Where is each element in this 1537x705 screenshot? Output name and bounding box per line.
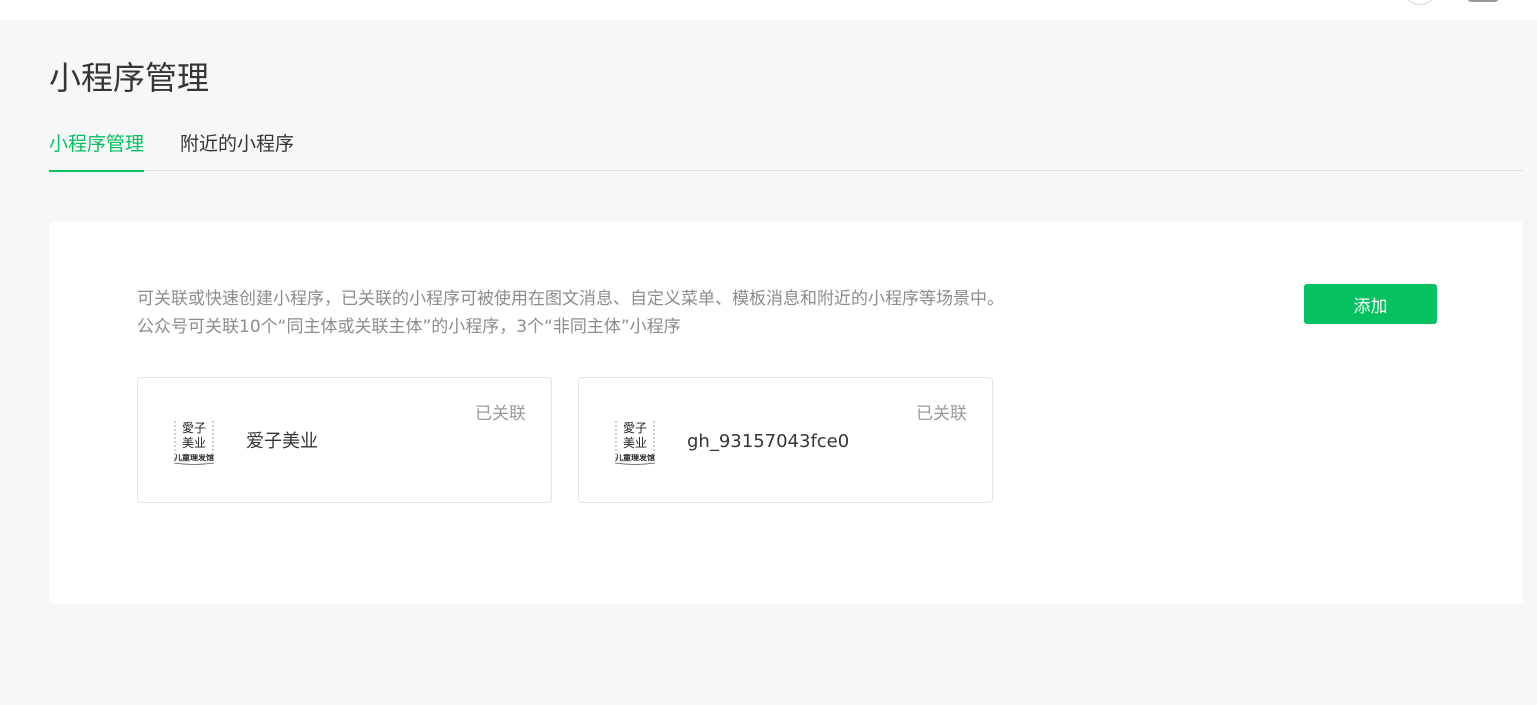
mini-program-name: gh_93157043fce0 (687, 431, 850, 452)
tab-bar: 小程序管理 附近的小程序 (49, 120, 1523, 172)
mini-program-logo-icon: 愛子 美业 儿童理发馆 (173, 418, 215, 465)
add-button[interactable]: 添加 (1304, 284, 1437, 324)
mini-program-card[interactable]: 愛子 美业 儿童理发馆 gh_93157043fce0 已关联 (578, 377, 993, 503)
tab-mini-program-management[interactable]: 小程序管理 (49, 129, 145, 172)
mini-program-name: 爱子美业 (246, 431, 318, 452)
link-status: 已关联 (916, 404, 967, 424)
description-line-1: 可关联或快速创建小程序，已关联的小程序可被使用在图文消息、自定义菜单、模板消息和… (137, 289, 1004, 309)
mini-program-card[interactable]: 愛子 美业 儿童理发馆 爱子美业 已关联 (137, 377, 552, 503)
page-title: 小程序管理 (49, 59, 210, 97)
logo-text-line-3: 儿童理发馆 (614, 453, 655, 462)
tab-nearby-mini-programs[interactable]: 附近的小程序 (180, 129, 294, 159)
avatar[interactable] (1404, 0, 1436, 5)
link-status: 已关联 (475, 404, 526, 424)
top-bar (0, 0, 1537, 20)
mini-program-panel: 可关联或快速创建小程序，已关联的小程序可被使用在图文消息、自定义菜单、模板消息和… (49, 221, 1523, 604)
mini-program-logo-icon: 愛子 美业 儿童理发馆 (614, 418, 656, 465)
logo-text-line-1: 愛子 (623, 421, 647, 435)
description: 可关联或快速创建小程序，已关联的小程序可被使用在图文消息、自定义菜单、模板消息和… (137, 285, 1117, 341)
logo-text-line-2: 美业 (623, 436, 647, 450)
logo-text-line-1: 愛子 (182, 421, 206, 435)
logo-text-line-3: 儿童理发馆 (173, 453, 214, 462)
account-menu-icon[interactable] (1466, 0, 1500, 2)
logo-text-line-2: 美业 (182, 436, 206, 450)
description-line-2: 公众号可关联10个“同主体或关联主体”的小程序，3个“非同主体”小程序 (137, 317, 681, 337)
